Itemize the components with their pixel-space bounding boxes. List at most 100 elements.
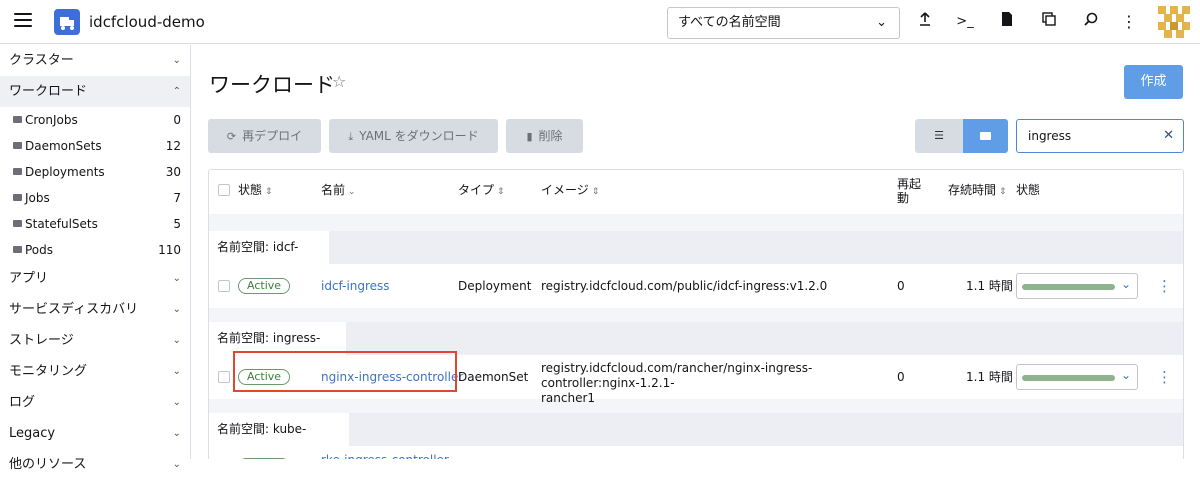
namespace-select[interactable]: すべての名前空間 ⌄ — [667, 7, 900, 39]
workload-type: Deployment — [458, 279, 532, 293]
sidebar-group-label: アプリ — [9, 271, 49, 286]
sidebar-group-label: ワークロード — [9, 84, 88, 99]
table-row: Active rke-ingress-controller — [209, 446, 1183, 459]
top-bar: idcfcloud-demo すべての名前空間 ⌄ >_ ⋮ — [0, 0, 1200, 44]
header-age-label: 存続時間 — [948, 183, 997, 197]
user-avatar[interactable] — [1158, 6, 1190, 38]
header-restarts-label: 再起 — [897, 177, 922, 191]
search-icon[interactable] — [1080, 11, 1102, 33]
row-checkbox[interactable] — [218, 371, 230, 383]
folder-icon — [13, 168, 22, 175]
upload-icon[interactable] — [914, 11, 936, 33]
sidebar-group-monitoring[interactable]: モニタリング ⌄ — [0, 356, 190, 387]
header-restarts-label-2: 動 — [897, 191, 910, 205]
sidebar-group-legacy[interactable]: Legacy ⌄ — [0, 418, 190, 449]
page-title: ワークロード — [209, 73, 335, 97]
sidebar-item-cronjobs[interactable]: CronJobs 0 — [0, 107, 190, 133]
sidebar-group-logging[interactable]: ログ ⌄ — [0, 387, 190, 418]
sidebar-item-deployments[interactable]: Deployments 30 — [0, 159, 190, 185]
file-icon[interactable] — [996, 11, 1018, 33]
header-state[interactable]: 状態 ⇕ — [238, 170, 273, 212]
workload-age: 1.1 時間 — [966, 279, 1013, 293]
create-button[interactable]: 作成 — [1124, 65, 1183, 99]
sort-icon: ⇕ — [999, 187, 1007, 197]
sort-icon: ⇕ — [591, 187, 600, 197]
chevron-down-icon: ⌄ — [172, 397, 181, 408]
group-prefix: 名前空間: — [217, 331, 270, 345]
sidebar-group-label: 他のリソース — [9, 457, 87, 472]
refresh-icon: ⟳ — [226, 130, 237, 143]
scale-state-select[interactable]: ⌄ — [1016, 364, 1138, 390]
table-header: 状態 ⇕ 名前 ⌄ タイプ ⇕ イメージ ⇕ 再起動 存続時間 ⇕ 状態 — [209, 170, 1183, 214]
download-yaml-button[interactable]: ⤓ YAML をダウンロード — [329, 119, 498, 153]
sidebar-group-apps[interactable]: アプリ ⌄ — [0, 263, 190, 294]
header-restarts[interactable]: 再起動 — [897, 177, 921, 205]
workload-name-link[interactable]: idcf-ingress — [321, 264, 390, 308]
star-icon[interactable]: ☆ — [332, 72, 346, 91]
workload-type: DaemonSet — [458, 370, 529, 384]
row-actions-icon[interactable]: ⋮ — [1157, 355, 1172, 399]
sidebar-group-workload[interactable]: ワークロード ⌃ — [0, 76, 190, 107]
folder-icon — [13, 142, 22, 149]
header-name[interactable]: 名前 ⌄ — [321, 170, 356, 212]
header-name-label: 名前 — [321, 183, 346, 197]
header-image[interactable]: イメージ ⇕ — [541, 170, 599, 212]
sidebar-item-pods[interactable]: Pods 110 — [0, 237, 190, 263]
view-toggle: ☰ — [915, 119, 1008, 153]
sidebar-item-count: 12 — [165, 139, 181, 153]
select-all-checkbox[interactable] — [218, 184, 230, 196]
delete-label: 削除 — [538, 129, 563, 143]
sidebar-group-service-discovery[interactable]: サービスディスカバリ ⌄ — [0, 294, 190, 325]
sidebar-group-label: Legacy — [9, 426, 56, 441]
cluster-name[interactable]: idcfcloud-demo — [89, 13, 205, 31]
sidebar-item-count: 110 — [158, 243, 181, 257]
menu-icon[interactable] — [14, 13, 32, 29]
copy-icon[interactable] — [1038, 11, 1060, 33]
sidebar-group-cluster[interactable]: クラスター ⌄ — [0, 45, 190, 76]
sidebar-group-other-resources[interactable]: 他のリソース ⌄ — [0, 449, 190, 480]
workload-image-line-2: rancher1 — [541, 391, 596, 405]
scale-state-select[interactable]: ⌄ — [1016, 273, 1138, 299]
redeploy-button[interactable]: ⟳ 再デプロイ — [208, 119, 321, 153]
chevron-down-icon: ⌄ — [172, 273, 181, 284]
sidebar-item-count: 5 — [173, 217, 181, 231]
filter-input[interactable]: ingress ✕ — [1016, 119, 1184, 153]
row-checkbox[interactable] — [218, 280, 230, 292]
chevron-down-icon: ⌄ — [172, 428, 181, 439]
sidebar-item-label: StatefulSets — [25, 217, 98, 231]
row-actions-icon[interactable]: ⋮ — [1157, 264, 1172, 308]
delete-button[interactable]: ▮ 削除 — [506, 119, 583, 153]
sort-icon: ⌄ — [348, 187, 356, 197]
chevron-up-icon: ⌃ — [172, 86, 181, 97]
workload-age: 1.1 時間 — [966, 370, 1013, 384]
sort-icon: ⇕ — [265, 187, 273, 197]
list-view-icon[interactable]: ☰ — [915, 119, 963, 153]
terminal-icon[interactable]: >_ — [954, 11, 976, 33]
chevron-down-icon: ⌄ — [1120, 368, 1131, 382]
workload-restarts: 0 — [897, 370, 905, 384]
header-type[interactable]: タイプ ⇕ — [458, 170, 505, 212]
chevron-down-icon: ⌄ — [172, 459, 181, 470]
chevron-down-icon: ⌄ — [876, 15, 887, 30]
workload-name-link[interactable]: rke-ingress-controller — [321, 453, 449, 459]
trash-icon: ▮ — [526, 130, 533, 143]
sidebar-item-jobs[interactable]: Jobs 7 — [0, 185, 190, 211]
header-state-2-label: 状態 — [1016, 183, 1041, 197]
group-header: 名前空間: kube-system — [209, 413, 349, 459]
folder-view-icon[interactable] — [963, 119, 1008, 153]
chevron-down-icon: ⌄ — [172, 366, 181, 377]
sidebar: クラスター ⌄ ワークロード ⌃ CronJobs 0 DaemonSets 12 De… — [0, 45, 191, 472]
clear-icon[interactable]: ✕ — [1163, 120, 1174, 152]
more-vertical-icon[interactable]: ⋮ — [1118, 11, 1140, 33]
sidebar-item-statefulsets[interactable]: StatefulSets 5 — [0, 211, 190, 237]
workload-restarts: 0 — [897, 279, 905, 293]
header-age[interactable]: 存続時間 ⇕ — [948, 170, 1007, 212]
main-content: ワークロード ☆ 作成 ⟳ 再デプロイ ⤓ YAML をダウンロード ▮ 削除 ☰ i… — [192, 45, 1200, 459]
header-type-label: タイプ — [458, 183, 495, 197]
sidebar-item-label: Jobs — [25, 191, 50, 205]
redeploy-label: 再デプロイ — [242, 129, 303, 143]
sidebar-group-storage[interactable]: ストレージ ⌄ — [0, 325, 190, 356]
sidebar-item-daemonsets[interactable]: DaemonSets 12 — [0, 133, 190, 159]
filter-input-value: ingress — [1028, 129, 1072, 143]
group-header: 名前空間: idcf-system — [209, 231, 329, 287]
